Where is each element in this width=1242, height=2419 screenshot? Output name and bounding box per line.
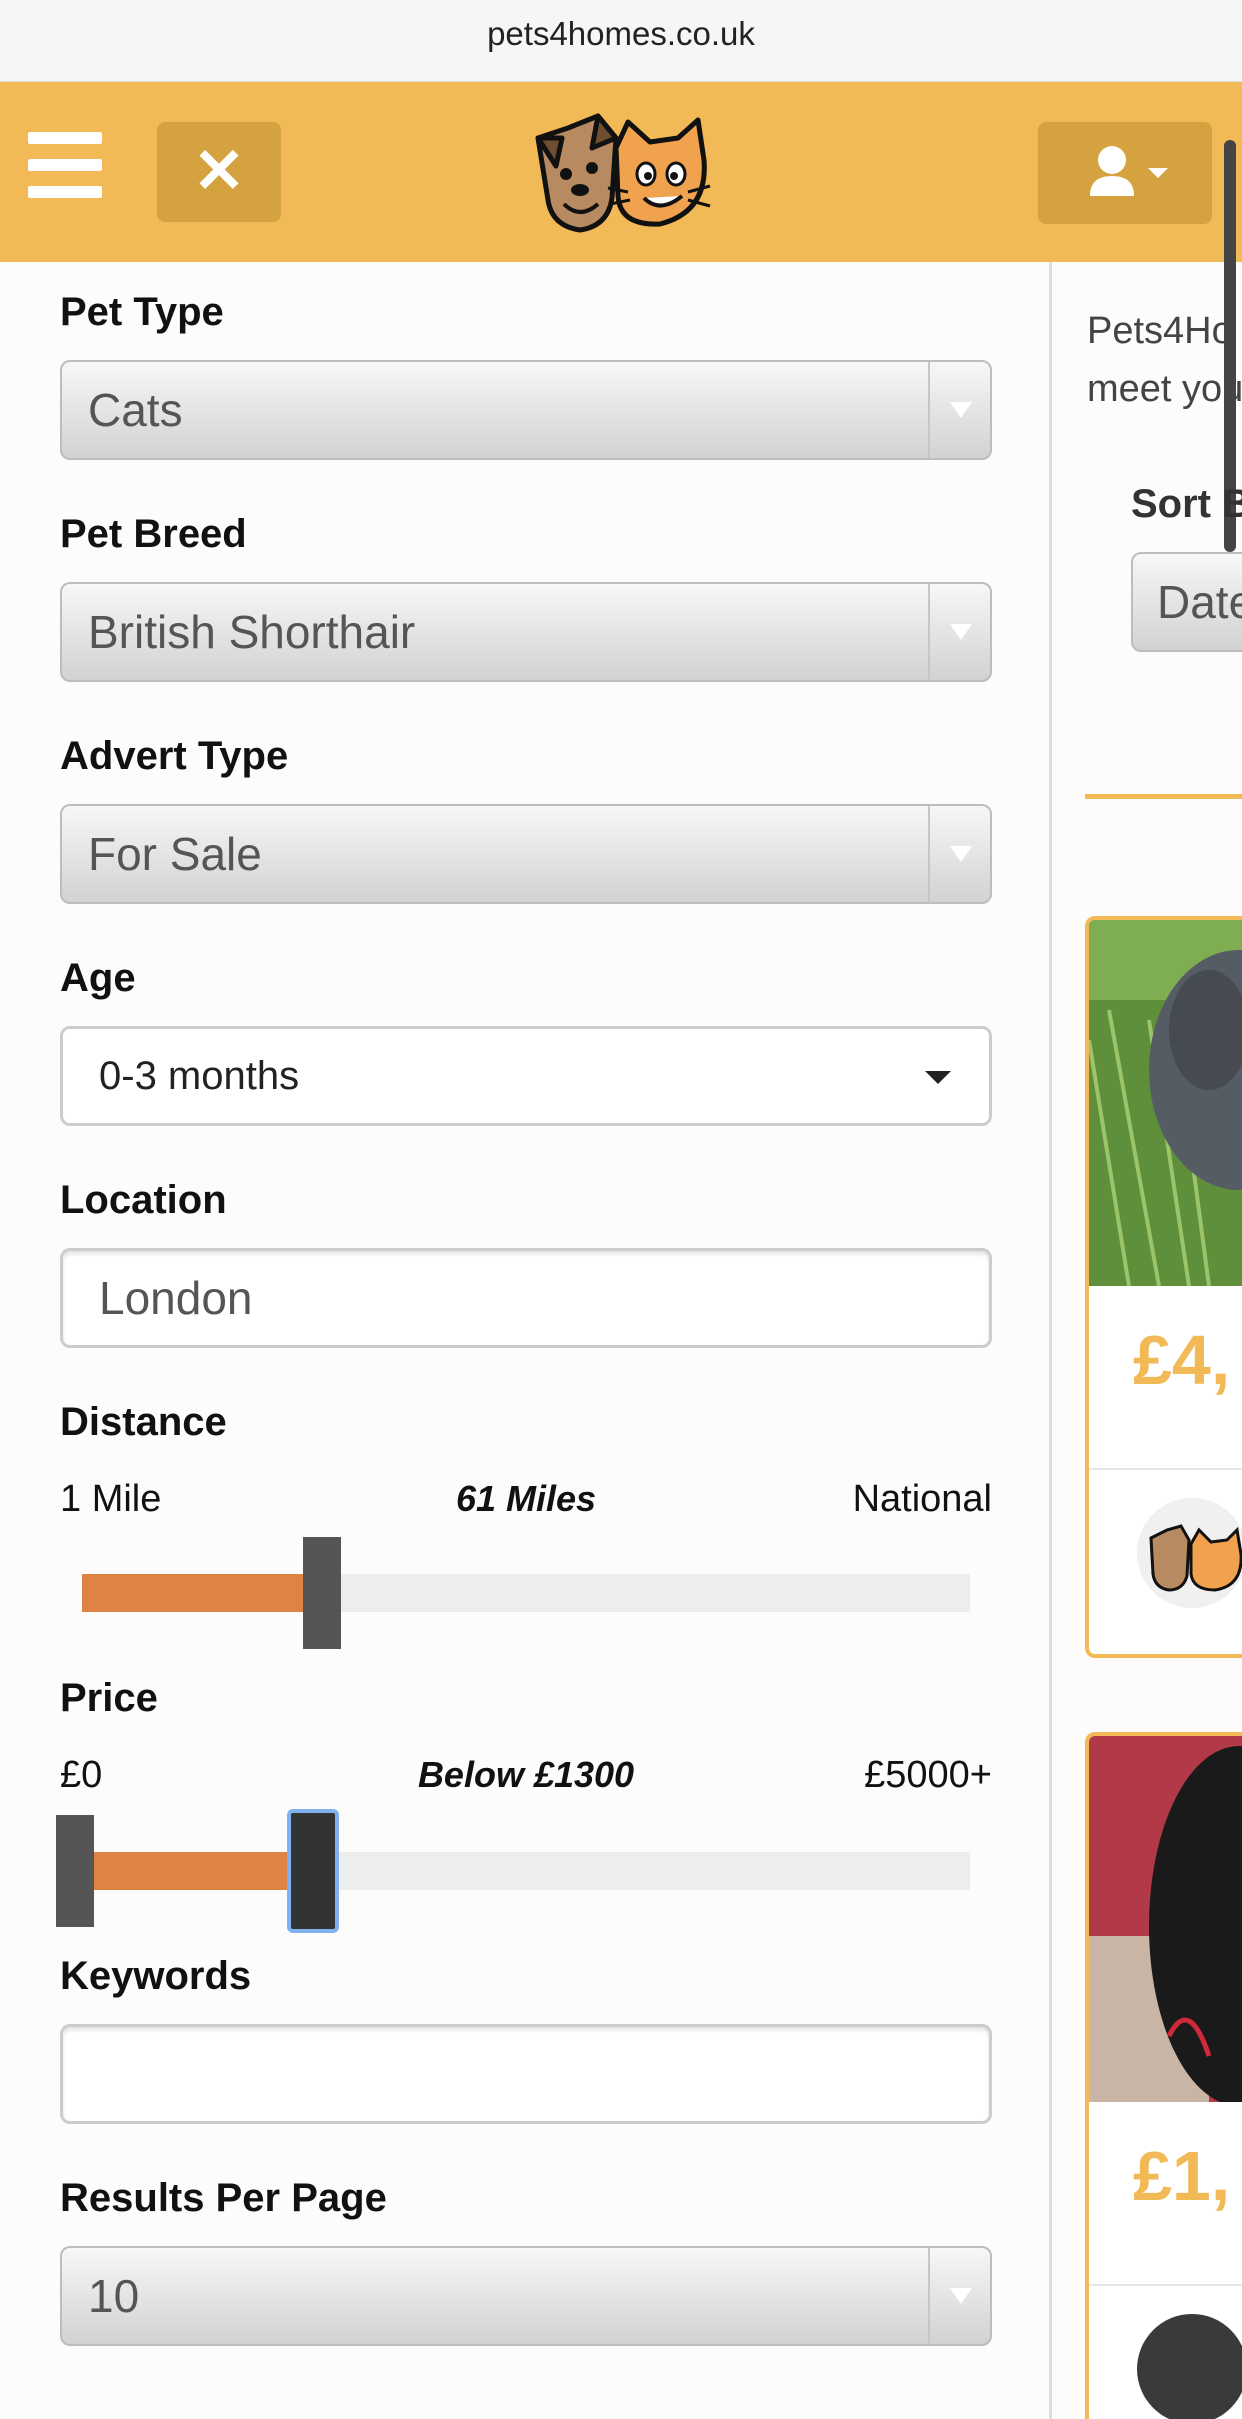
dropdown-arrow-icon bbox=[928, 362, 990, 458]
close-filters-button[interactable]: ✕ bbox=[157, 122, 281, 222]
age-label: Age bbox=[60, 956, 136, 1000]
dropdown-arrow-icon bbox=[928, 2248, 990, 2344]
sort-by-select[interactable]: Date bbox=[1131, 552, 1242, 652]
dropdown-arrow-icon bbox=[928, 806, 990, 902]
filter-panel: Pet Type Cats Pet Breed British Shorthai… bbox=[0, 262, 1052, 2419]
intro-line-2: meet you bbox=[1087, 368, 1242, 410]
results-divider bbox=[1085, 794, 1242, 799]
pet-type-label: Pet Type bbox=[60, 290, 224, 334]
advert-type-label: Advert Type bbox=[60, 734, 289, 778]
location-label: Location bbox=[60, 1178, 227, 1222]
seller-avatar-logo-icon bbox=[1137, 1498, 1242, 1608]
keywords-label: Keywords bbox=[60, 1954, 252, 1998]
pet-type-select[interactable]: Cats bbox=[60, 360, 992, 460]
location-input[interactable] bbox=[60, 1248, 992, 1348]
caret-down-icon bbox=[925, 1071, 951, 1084]
browser-url-bar[interactable]: pets4homes.co.uk bbox=[0, 0, 1242, 82]
price-label: Price bbox=[60, 1676, 158, 1720]
results-column: Pets4Ho meet you Sort B Date £4, £1, bbox=[1055, 262, 1242, 2419]
url-text: pets4homes.co.uk bbox=[487, 15, 755, 52]
pet-breed-select[interactable]: British Shorthair bbox=[60, 582, 992, 682]
listing-photo bbox=[1089, 1736, 1242, 2102]
advert-type-value: For Sale bbox=[88, 828, 262, 880]
user-icon bbox=[1090, 146, 1168, 196]
close-icon: ✕ bbox=[193, 137, 245, 206]
price-max-label: £5000+ bbox=[864, 1754, 992, 1796]
age-select[interactable]: 0-3 months bbox=[60, 1026, 992, 1126]
site-header: ✕ bbox=[0, 82, 1242, 262]
listing-price: £4, bbox=[1133, 1321, 1231, 1399]
distance-range-labels: 1 Mile 61 Miles National bbox=[60, 1478, 992, 1528]
advert-type-select[interactable]: For Sale bbox=[60, 804, 992, 904]
distance-label: Distance bbox=[60, 1400, 227, 1444]
price-slider-fill bbox=[82, 1852, 313, 1890]
results-per-page-value: 10 bbox=[88, 2270, 140, 2322]
distance-max-label: National bbox=[852, 1478, 992, 1520]
pet-breed-value: British Shorthair bbox=[88, 606, 416, 658]
seller-avatar-photo bbox=[1137, 2314, 1242, 2419]
listing-card[interactable]: £4, bbox=[1085, 916, 1242, 1658]
results-per-page-label: Results Per Page bbox=[60, 2176, 387, 2220]
pet-type-value: Cats bbox=[88, 384, 183, 436]
distance-slider-fill bbox=[82, 1574, 322, 1612]
distance-slider-handle[interactable] bbox=[302, 1537, 341, 1649]
results-intro-text: Pets4Ho meet you bbox=[1087, 302, 1242, 418]
price-range-labels: £0 Below £1300 £5000+ bbox=[60, 1754, 992, 1804]
listing-photo bbox=[1089, 920, 1242, 1286]
sort-by-label: Sort B bbox=[1131, 482, 1242, 526]
price-max-handle[interactable] bbox=[286, 1809, 339, 1933]
dropdown-arrow-icon bbox=[928, 584, 990, 680]
intro-line-1: Pets4Ho bbox=[1087, 310, 1233, 352]
listing-price: £1, bbox=[1133, 2137, 1231, 2215]
price-min-handle[interactable] bbox=[56, 1815, 94, 1927]
listing-card[interactable]: £1, bbox=[1085, 1732, 1242, 2419]
dog-cat-logo-icon[interactable] bbox=[528, 108, 714, 238]
price-slider-track[interactable] bbox=[82, 1852, 970, 1890]
card-divider bbox=[1089, 2284, 1242, 2286]
price-current-label: Below £1300 bbox=[417, 1754, 635, 1795]
keywords-input[interactable] bbox=[60, 2024, 992, 2124]
hamburger-menu-icon[interactable] bbox=[28, 132, 102, 198]
age-value: 0-3 months bbox=[99, 1054, 300, 1098]
card-divider bbox=[1089, 1468, 1242, 1470]
pet-breed-label: Pet Breed bbox=[60, 512, 247, 556]
user-menu-button[interactable] bbox=[1038, 122, 1212, 224]
results-per-page-select[interactable]: 10 bbox=[60, 2246, 992, 2346]
distance-slider-track[interactable] bbox=[82, 1574, 970, 1612]
